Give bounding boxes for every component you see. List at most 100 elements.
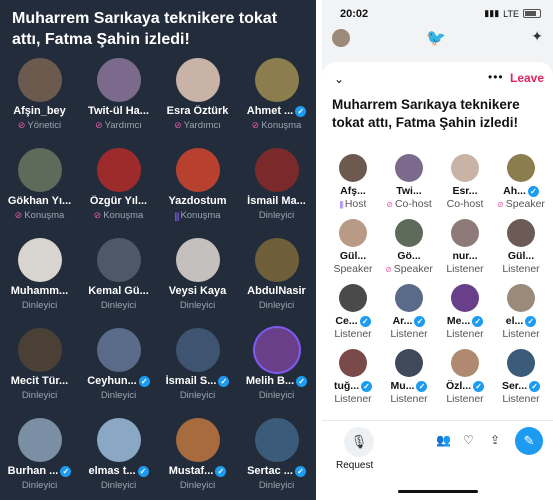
avatar[interactable]	[18, 418, 62, 462]
participant-role-row: ⊘ Co-host	[380, 198, 438, 210]
verified-badge-icon: ✓	[361, 380, 373, 392]
people-icon[interactable]: 👥	[436, 433, 451, 447]
avatar[interactable]	[255, 418, 299, 462]
avatar[interactable]	[255, 148, 299, 192]
avatar[interactable]	[255, 238, 299, 282]
participant-card[interactable]: Özgür Yıl... ⊘ Konuşma	[79, 148, 158, 238]
participant-role-row: Listener	[380, 393, 438, 405]
avatar[interactable]	[507, 284, 535, 312]
sparkle-icon[interactable]: ✦	[531, 28, 543, 45]
avatar[interactable]	[339, 349, 367, 377]
participant-name: Mustaf...	[168, 465, 214, 477]
avatar[interactable]	[176, 418, 220, 462]
participant-card[interactable]: Ar... ✓ Listener	[380, 284, 436, 348]
avatar[interactable]	[339, 219, 367, 247]
participant-card[interactable]: AbdulNasir Dinleyici	[237, 238, 316, 328]
participant-card[interactable]: Twi... ⊘ Co-host	[380, 154, 436, 218]
avatar[interactable]	[395, 219, 423, 247]
participant-card[interactable]: Muhamm... Dinleyici	[0, 238, 79, 328]
participant-name-row: Ar... ✓	[380, 315, 438, 327]
status-bar: 20:02 ▮▮▮ LTE	[322, 0, 553, 26]
participant-card[interactable]: Mu... ✓ Listener	[380, 349, 436, 413]
participant-name-row: Twit-ül Ha...	[79, 105, 158, 117]
share-icon[interactable]: ⇪	[490, 433, 500, 447]
participant-name-row: Özl... ✓	[436, 380, 494, 392]
avatar[interactable]	[507, 154, 535, 182]
participant-role-row: Co-host	[436, 198, 494, 210]
avatar[interactable]	[451, 284, 479, 312]
participant-card[interactable]: Kemal Gü... Dinleyici	[79, 238, 158, 328]
avatar[interactable]	[97, 148, 141, 192]
avatar[interactable]	[18, 58, 62, 102]
participant-card[interactable]: Me... ✓ Listener	[436, 284, 492, 348]
participant-card[interactable]: Yazdostum ||| Konuşma	[158, 148, 237, 238]
avatar[interactable]	[451, 349, 479, 377]
request-mic-button[interactable]: 🎙	[344, 427, 374, 457]
participant-card[interactable]: Esra Öztürk ⊘ Yardımcı	[158, 58, 237, 148]
participant-name: Afşin_bey	[13, 105, 66, 117]
participant-card[interactable]: Mustaf... ✓ Dinleyici	[158, 418, 237, 500]
avatar[interactable]	[176, 328, 220, 372]
avatar[interactable]	[97, 58, 141, 102]
compose-button[interactable]: ✎	[515, 427, 543, 455]
avatar[interactable]	[255, 58, 299, 102]
verified-badge-icon: ✓	[295, 105, 307, 117]
chevron-down-icon[interactable]: ⌄	[334, 72, 344, 86]
participant-card[interactable]: Ah... ✓ ⊘ Speaker	[492, 154, 548, 218]
avatar[interactable]	[395, 154, 423, 182]
participant-name: Ah...	[503, 185, 526, 197]
participant-card[interactable]: elmas t... ✓ Dinleyici	[79, 418, 158, 500]
avatar[interactable]	[176, 148, 220, 192]
participant-card[interactable]: Afş... ||| Host	[324, 154, 380, 218]
participant-card[interactable]: Ahmet ... ✓ ⊘ Konuşma	[237, 58, 316, 148]
participant-card[interactable]: tuğ... ✓ Listener	[324, 349, 380, 413]
avatar[interactable]	[507, 219, 535, 247]
participant-card[interactable]: el... ✓ Listener	[492, 284, 548, 348]
avatar[interactable]	[395, 349, 423, 377]
avatar[interactable]	[97, 328, 141, 372]
avatar[interactable]	[451, 154, 479, 182]
avatar[interactable]	[176, 238, 220, 282]
participant-card[interactable]: Veysi Kaya Dinleyici	[158, 238, 237, 328]
participant-card[interactable]: Ser... ✓ Listener	[492, 349, 548, 413]
participant-card[interactable]: Mecit Tür... Dinleyici	[0, 328, 79, 418]
avatar[interactable]	[97, 418, 141, 462]
avatar[interactable]	[255, 328, 299, 372]
avatar[interactable]	[507, 349, 535, 377]
participant-card[interactable]: Gül... Speaker	[324, 219, 380, 283]
avatar[interactable]	[339, 284, 367, 312]
avatar[interactable]	[18, 148, 62, 192]
participant-card[interactable]: İsmail Ma... Dinleyici	[237, 148, 316, 238]
avatar[interactable]	[332, 29, 350, 47]
participant-role: Listener	[334, 393, 372, 405]
participant-card[interactable]: Ceyhun... ✓ Dinleyici	[79, 328, 158, 418]
participant-card[interactable]: Melih B... ✓ Dinleyici	[237, 328, 316, 418]
participant-card[interactable]: Gö... ⊘ Speaker	[380, 219, 436, 283]
participant-card[interactable]: İsmail S... ✓ Dinleyici	[158, 328, 237, 418]
avatar[interactable]	[451, 219, 479, 247]
participant-name: Esra Öztürk	[166, 105, 229, 117]
heart-icon[interactable]: ♡	[463, 433, 474, 447]
participant-card[interactable]: Esr... Co-host	[436, 154, 492, 218]
avatar[interactable]	[176, 58, 220, 102]
participant-card[interactable]: Ce... ✓ Listener	[324, 284, 380, 348]
avatar[interactable]	[97, 238, 141, 282]
participant-role: Co-host	[394, 198, 432, 210]
participant-card[interactable]: Burhan ... ✓ Dinleyici	[0, 418, 79, 500]
avatar[interactable]	[339, 154, 367, 182]
avatar[interactable]	[18, 238, 62, 282]
participant-role-row: ⊘ Speaker	[380, 263, 438, 275]
participant-role-row: ⊘ Konuşma	[237, 120, 316, 131]
avatar[interactable]	[18, 328, 62, 372]
participant-card[interactable]: Özl... ✓ Listener	[436, 349, 492, 413]
participant-card[interactable]: Twit-ül Ha... ⊘ Yardımcı	[79, 58, 158, 148]
participant-card[interactable]: Sertac ... ✓ Dinleyici	[237, 418, 316, 500]
avatar[interactable]	[395, 284, 423, 312]
leave-button[interactable]: Leave	[510, 71, 544, 85]
participant-card[interactable]: Afşin_bey ⊘ Yönetici	[0, 58, 79, 148]
more-icon[interactable]: •••	[488, 70, 504, 84]
participant-card[interactable]: Gökhan Yı... ⊘ Konuşma	[0, 148, 79, 238]
participant-card[interactable]: nur... Listener	[436, 219, 492, 283]
participant-role: Listener	[502, 328, 540, 340]
participant-card[interactable]: Gül... Listener	[492, 219, 548, 283]
